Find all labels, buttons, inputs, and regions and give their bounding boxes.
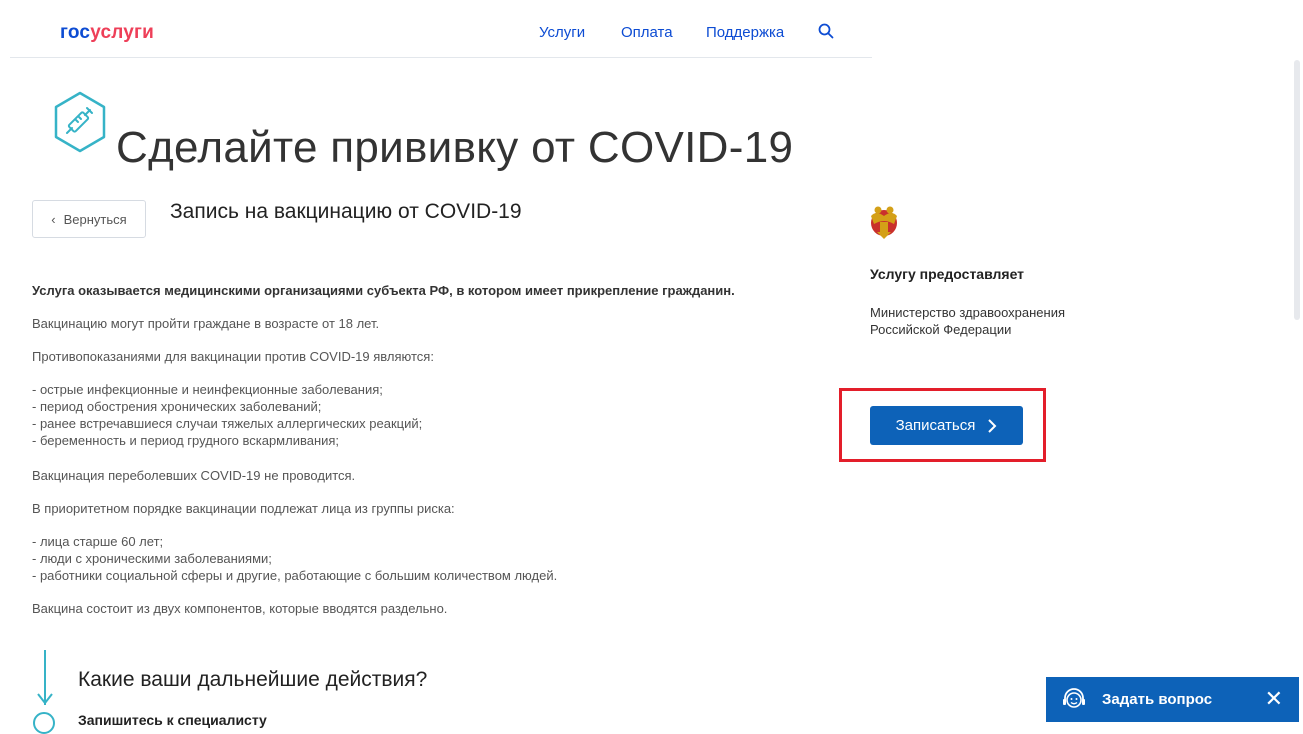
- list-item: - люди с хроническими заболеваниями;: [32, 551, 272, 566]
- signup-button[interactable]: Записаться: [870, 406, 1023, 445]
- nav-support[interactable]: Поддержка: [706, 24, 784, 41]
- list-item: - острые инфекционные и неинфекционные з…: [32, 382, 383, 397]
- back-button-label: Вернуться: [63, 211, 127, 227]
- step-marker: [33, 712, 55, 734]
- list-item: - период обострения хронических заболева…: [32, 399, 322, 414]
- service-description: Услуга оказывается медицинскими организа…: [32, 282, 822, 617]
- syringe-icon: [54, 91, 106, 153]
- contraindications-list: - острые инфекционные и неинфекционные з…: [32, 381, 822, 449]
- lead-text: Услуга оказывается медицинскими организа…: [32, 283, 735, 298]
- first-step-title: Запишитесь к специалисту: [78, 712, 267, 728]
- nav-payment[interactable]: Оплата: [621, 24, 673, 41]
- header-divider: [10, 57, 872, 58]
- chevron-right-icon: [988, 418, 997, 433]
- logo-part-gos: гос: [60, 22, 91, 43]
- list-item: - беременность и период грудного вскармл…: [32, 433, 340, 448]
- list-item: - работники социальной сферы и другие, р…: [32, 568, 558, 583]
- headset-icon: [1063, 687, 1085, 708]
- signup-button-label: Записаться: [895, 417, 976, 434]
- page-scrollbar[interactable]: [1294, 60, 1300, 320]
- arrow-down-icon: [37, 693, 53, 705]
- risk-groups-list: - лица старше 60 лет; - люди с хроническ…: [32, 533, 822, 584]
- nav-services[interactable]: Услуги: [539, 24, 585, 41]
- close-icon[interactable]: ✕: [1265, 688, 1283, 710]
- list-item: - ранее встречавшиеся случаи тяжелых алл…: [32, 416, 423, 431]
- ask-question-widget[interactable]: Задать вопрос ✕: [1046, 677, 1299, 722]
- list-item: - лица старше 60 лет;: [32, 534, 164, 549]
- contraindications-heading: Противопоказаниями для вакцинации против…: [32, 349, 434, 364]
- recovered-note: Вакцинация переболевших COVID-19 не пров…: [32, 468, 356, 483]
- service-title: Запись на вакцинацию от COVID-19: [170, 200, 522, 223]
- back-button[interactable]: ‹ Вернуться: [32, 200, 146, 238]
- coat-of-arms-emblem: [871, 206, 897, 239]
- vaccine-components-note: Вакцина состоит из двух компонентов, кот…: [32, 601, 448, 616]
- top-header: госуслуги Услуги Оплата Поддержка: [0, 0, 1303, 58]
- ask-question-label: Задать вопрос: [1102, 691, 1213, 708]
- provider-name: Министерство здравоохранения Российской …: [870, 305, 1065, 337]
- search-icon[interactable]: [817, 22, 835, 40]
- age-requirement-text: Вакцинацию могут пройти граждане в возра…: [32, 316, 380, 331]
- page-title: Сделайте прививку от COVID-19: [116, 123, 794, 173]
- provider-heading: Услугу предоставляет: [870, 266, 1025, 282]
- chevron-left-icon: ‹: [51, 211, 56, 227]
- gosuslugi-logo[interactable]: госуслуги: [60, 22, 154, 44]
- next-steps-title: Какие ваши дальнейшие действия?: [78, 668, 428, 691]
- logo-part-uslugi: услуги: [90, 22, 155, 43]
- priority-heading: В приоритетном порядке вакцинации подлеж…: [32, 501, 455, 516]
